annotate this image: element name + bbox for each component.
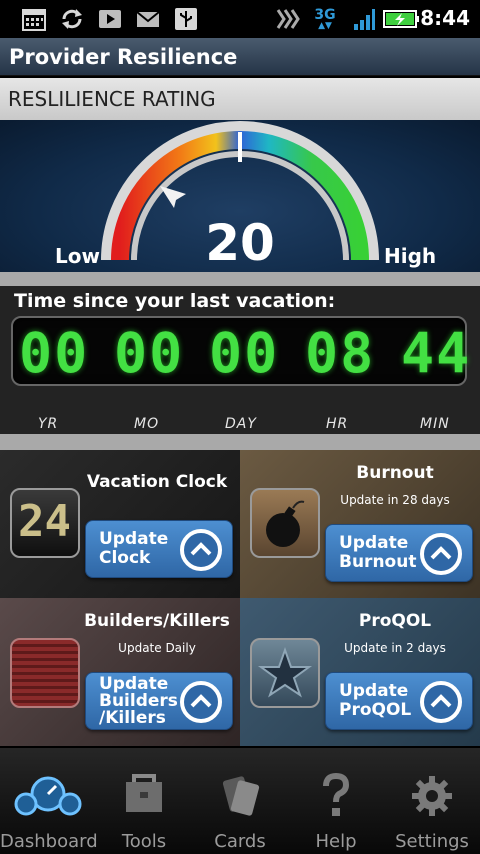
question-mark-icon (312, 772, 360, 820)
lcd-display: 00 00 00 08 44 (11, 316, 469, 386)
rating-value: 20 (205, 214, 275, 272)
update-builders-killers-button[interactable]: Update Builders /Killers (85, 672, 233, 730)
rating-section-header: RESLILIENCE RATING (0, 78, 480, 120)
minutes-unit: MIN (420, 416, 450, 432)
years-digits: 00 (19, 321, 90, 385)
chevron-up-icon (420, 681, 462, 723)
page-title: Provider Resilience (9, 45, 238, 69)
years-unit: YR (38, 416, 59, 432)
gauge-low-label: Low (55, 244, 100, 268)
chevron-up-icon (180, 529, 222, 571)
data-activity-icon (272, 6, 302, 32)
gauge-needle-pointer (160, 186, 186, 208)
update-proqol-button[interactable]: Update ProQOL (325, 672, 473, 730)
cards-icon (216, 772, 264, 820)
signal-strength-icon (350, 6, 378, 32)
update-burnout-button[interactable]: Update Burnout (325, 524, 473, 582)
update-clock-button[interactable]: Update Clock (85, 520, 233, 578)
bomb-icon (250, 488, 320, 558)
network-type-icon: 3G ▲▼ (314, 6, 336, 31)
clock-time: 8:44 (420, 6, 470, 30)
vacation-timer-panel: Time since your last vacation: 00 00 00 … (0, 286, 480, 434)
months-digits: 00 (114, 321, 185, 385)
divider (0, 434, 480, 450)
app-title-bar: Provider Resilience (0, 38, 480, 76)
gear-icon (408, 772, 456, 820)
nav-item-help[interactable]: Help (288, 748, 384, 854)
days-digits: 00 (209, 321, 280, 385)
toolbox-icon (120, 772, 168, 820)
divider (0, 272, 480, 286)
star-icon (250, 638, 320, 708)
nav-item-cards[interactable]: Cards (192, 748, 288, 854)
proqol-tile: ProQOL Update in 2 days Update ProQOL (240, 598, 480, 746)
vacation-timer-title: Time since your last vacation: (14, 290, 336, 312)
chevron-up-icon (180, 681, 222, 723)
tile-title: ProQOL (358, 611, 432, 631)
builders-killers-tile: Builders/Killers Update Daily Update Bui… (0, 598, 240, 746)
gauge-high-label: High (384, 244, 437, 268)
play-store-icon (96, 6, 124, 32)
months-unit: MO (134, 416, 160, 432)
tile-subtitle: Update in 28 days (340, 493, 450, 507)
digital-clock-icon: 24 (10, 488, 80, 558)
nav-item-dashboard[interactable]: Dashboard (0, 748, 98, 854)
nav-item-settings[interactable]: Settings (384, 748, 480, 854)
tile-title: Burnout (356, 463, 434, 483)
nav-item-tools[interactable]: Tools (96, 748, 192, 854)
tile-title: Builders/Killers (84, 611, 230, 631)
vacation-clock-tile: Vacation Clock 24 Update Clock (0, 450, 240, 598)
gauge-midpoint-tick (238, 132, 242, 162)
dashboard-gauge-icon (14, 772, 82, 820)
battery-charging-icon (382, 6, 422, 32)
burnout-tile: Burnout Update in 28 days Update Burnout (240, 450, 480, 598)
resilience-gauge[interactable]: 20 Low High (0, 120, 480, 272)
days-unit: DAY (225, 416, 257, 432)
hours-unit: HR (326, 416, 349, 432)
status-bar: 3G ▲▼ 8:44 (0, 0, 480, 38)
usb-icon (172, 6, 200, 32)
mail-icon (134, 6, 162, 32)
tile-title: Vacation Clock (86, 472, 228, 492)
tile-subtitle: Update in 2 days (344, 641, 446, 655)
chevron-up-icon (420, 533, 462, 575)
hours-digits: 08 (305, 321, 376, 385)
minutes-digits: 44 (401, 321, 472, 385)
brick-wall-icon (10, 638, 80, 708)
rating-header-label: RESLILIENCE RATING (8, 87, 216, 111)
sync-icon (58, 6, 86, 32)
bottom-navigation: Dashboard Tools Cards Help Settings (0, 748, 480, 854)
calendar-icon (20, 6, 48, 32)
tile-subtitle: Update Daily (118, 641, 196, 655)
